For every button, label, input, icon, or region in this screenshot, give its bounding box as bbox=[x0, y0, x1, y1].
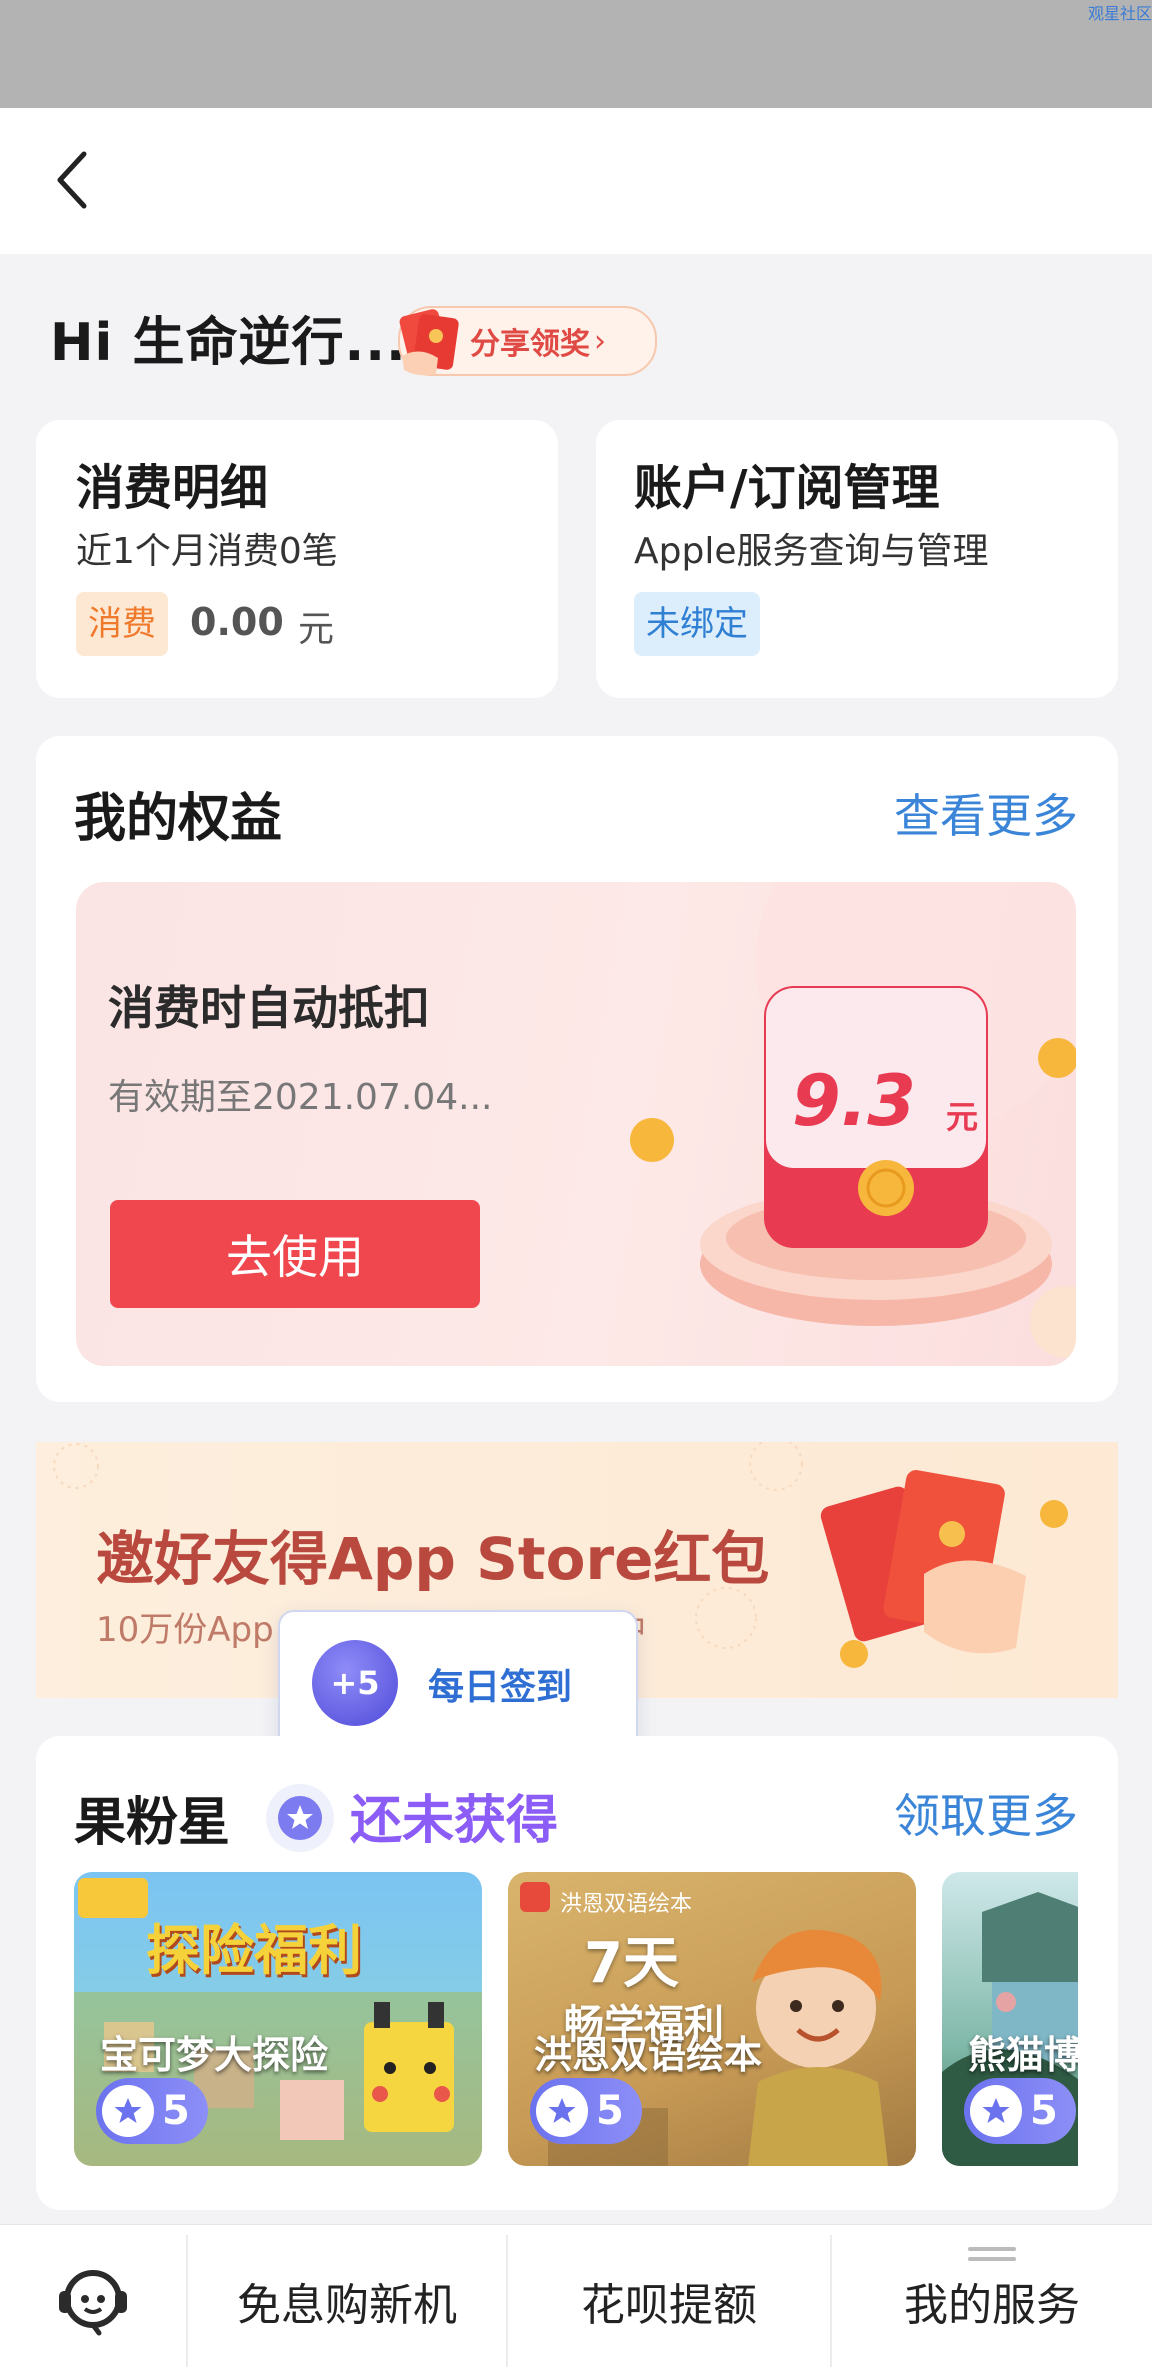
star-badge-icon bbox=[266, 1784, 334, 1852]
daily-checkin-popup[interactable]: +5 每日签到 bbox=[278, 1610, 638, 1766]
star-title: 果粉星 bbox=[74, 1793, 231, 1853]
share-label: 分享领奖 bbox=[470, 327, 590, 362]
star-icon bbox=[970, 2085, 1022, 2137]
checkin-label: 每日签到 bbox=[428, 1667, 573, 1708]
back-chevron-icon[interactable] bbox=[40, 148, 104, 212]
customer-service-icon[interactable] bbox=[0, 2225, 186, 2377]
my-services-label: 我的服务 bbox=[904, 2280, 1080, 2331]
game-points-value: 5 bbox=[1030, 2088, 1058, 2134]
game-points-value: 5 bbox=[162, 2088, 190, 2134]
spending-unit: 元 bbox=[298, 609, 335, 650]
game-card[interactable]: 熊猫博 5 bbox=[942, 1872, 1078, 2166]
benefits-more-link[interactable]: 查看更多 bbox=[894, 780, 1078, 846]
bottom-item-new-phone[interactable]: 免息购新机 bbox=[188, 2225, 506, 2377]
nav-bar bbox=[0, 108, 1152, 254]
status-bar: 观星社区 bbox=[0, 0, 1152, 108]
spending-amount: 0.00 bbox=[190, 600, 284, 644]
game-banner-text: 7天 bbox=[584, 1931, 679, 1996]
game-star-points: 5 bbox=[96, 2078, 208, 2144]
menu-handle-icon bbox=[968, 2247, 1016, 2251]
game-card[interactable]: 洪恩双语绘本 7天 畅学福利 洪恩双语绘本 5 bbox=[508, 1872, 916, 2166]
star-icon bbox=[102, 2085, 154, 2137]
account-tag: 未绑定 bbox=[634, 592, 760, 656]
account-title: 账户/订阅管理 bbox=[634, 460, 940, 516]
bottom-item-huabei[interactable]: 花呗提额 bbox=[508, 2225, 830, 2377]
bottom-bar: 免息购新机 花呗提额 我的服务 bbox=[0, 2224, 1152, 2377]
game-star-points: 5 bbox=[964, 2078, 1076, 2144]
account-card[interactable]: 账户/订阅管理 Apple服务查询与管理 未绑定 bbox=[596, 420, 1118, 698]
status-corner-text: 观星社区 bbox=[1087, 4, 1152, 23]
red-envelope-icon bbox=[392, 306, 462, 376]
checkin-points-badge: +5 bbox=[312, 1640, 398, 1726]
benefit-unit: 元 bbox=[946, 1098, 979, 1136]
game-star-points: 5 bbox=[530, 2078, 642, 2144]
game-card[interactable]: 探险福利 宝可梦大探险 5 bbox=[74, 1872, 482, 2166]
benefit-title: 消费时自动抵扣 bbox=[108, 981, 430, 1035]
game-carousel[interactable]: 探险福利 宝可梦大探险 5 洪恩双语绘本 7天 畅学福利 洪恩双语绘本 5 熊猫… bbox=[74, 1872, 1078, 2166]
game-name: 宝可梦大探险 bbox=[100, 2033, 329, 2077]
spending-tag: 消费 bbox=[76, 592, 168, 656]
greeting-title: Hi 生命逆行... bbox=[50, 313, 407, 373]
spending-card[interactable]: 消费明细 近1个月消费0笔 消费 0.00 元 bbox=[36, 420, 558, 698]
account-subtitle: Apple服务查询与管理 bbox=[634, 531, 989, 572]
benefit-amount: 9.3 bbox=[792, 1060, 917, 1142]
spending-title: 消费明细 bbox=[76, 460, 269, 516]
star-more-link[interactable]: 领取更多 bbox=[894, 1780, 1078, 1846]
invite-title: 邀好友得App Store红包 bbox=[96, 1525, 770, 1593]
star-icon bbox=[536, 2085, 588, 2137]
benefit-validity: 有效期至2021.07.04... bbox=[108, 1077, 493, 1118]
share-reward-button[interactable]: 分享领奖 › bbox=[398, 306, 657, 376]
benefits-title: 我的权益 bbox=[74, 789, 283, 849]
game-tag: 洪恩双语绘本 bbox=[560, 1892, 693, 1917]
spending-subtitle: 近1个月消费0笔 bbox=[76, 531, 338, 572]
game-points-value: 5 bbox=[596, 2088, 624, 2134]
game-banner-text: 探险福利 bbox=[146, 1919, 362, 1982]
game-name: 洪恩双语绘本 bbox=[534, 2033, 763, 2077]
use-benefit-button[interactable]: 去使用 bbox=[110, 1200, 480, 1308]
menu-handle-icon bbox=[968, 2257, 1016, 2261]
chevron-right-icon: › bbox=[594, 323, 606, 359]
game-name: 熊猫博 bbox=[968, 2033, 1078, 2077]
star-status: 还未获得 bbox=[350, 1791, 559, 1851]
